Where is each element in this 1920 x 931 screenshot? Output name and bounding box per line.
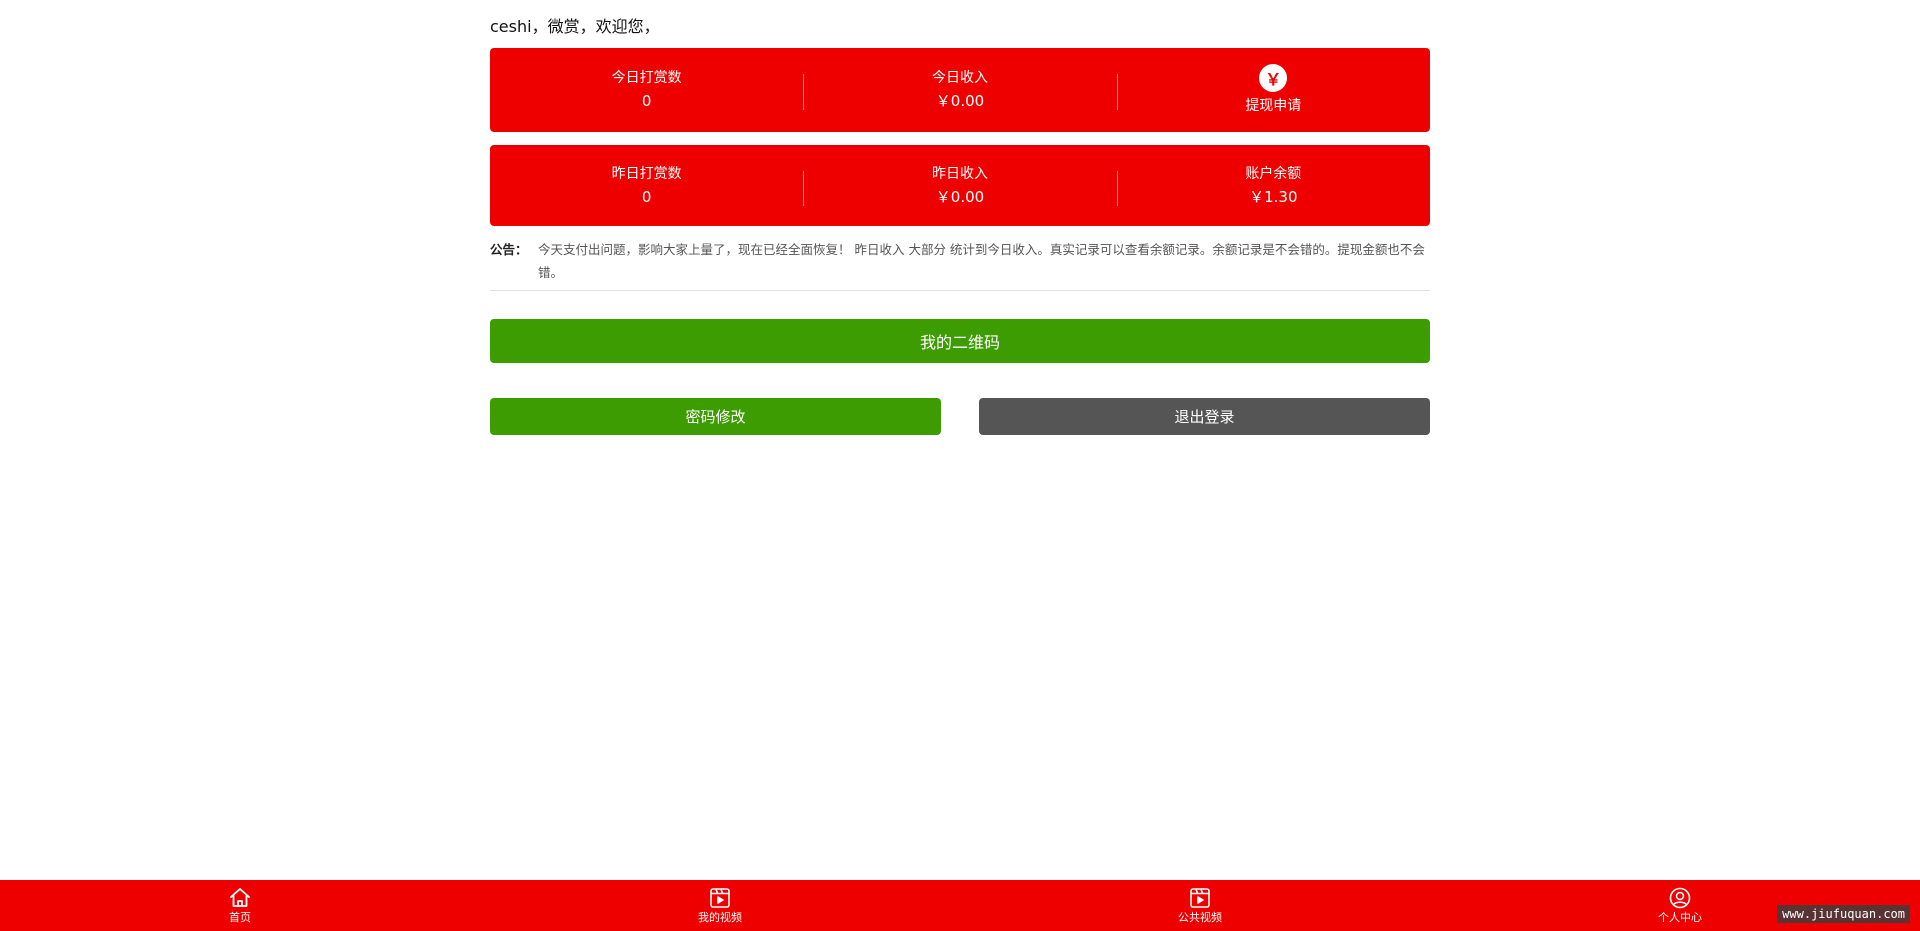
account-balance-label: 账户余额 — [1245, 165, 1302, 182]
nav-label-profile: 个人中心 — [1658, 911, 1702, 924]
home-icon — [230, 888, 250, 907]
my-qrcode-button[interactable]: 我的二维码 — [490, 319, 1430, 363]
nav-item-my-videos[interactable]: 我的视频 — [480, 880, 960, 931]
today-income-stat: 今日收入 ￥0.00 — [803, 48, 1116, 132]
change-password-button[interactable]: 密码修改 — [490, 398, 941, 435]
today-reward-count-label: 今日打赏数 — [611, 70, 682, 86]
watermark: www.jiufuquan.com — [1777, 905, 1910, 923]
today-income-value: ￥0.00 — [935, 92, 985, 110]
notice: 公告： 今天支付出问题，影响大家上量了，现在已经全面恢复！ 昨日收入 大部分 统… — [490, 238, 1430, 291]
yesterday-reward-count-value: 0 — [641, 187, 652, 206]
video-icon — [1190, 888, 1210, 908]
notice-text: 今天支付出问题，影响大家上量了，现在已经全面恢复！ 昨日收入 大部分 统计到今日… — [538, 242, 1425, 280]
user-icon — [1669, 887, 1691, 909]
welcome-text: ceshi，微赏，欢迎您， — [490, 17, 660, 36]
bottom-nav: 首页 我的视频 公共视频 个人中心 — [0, 880, 1920, 931]
account-balance-stat: 账户余额 ￥1.30 — [1116, 145, 1430, 226]
today-reward-count-stat: 今日打赏数 0 — [490, 48, 803, 132]
video-icon — [710, 888, 730, 908]
withdraw-label: 提现申请 — [1245, 98, 1302, 114]
today-stats-card: 今日打赏数 0 今日收入 ￥0.00 ￥ 提现申请 — [490, 48, 1430, 132]
yesterday-income-stat: 昨日收入 ￥0.00 — [803, 145, 1116, 226]
nav-item-home[interactable]: 首页 — [0, 880, 480, 931]
yesterday-income-value: ￥0.00 — [935, 187, 985, 206]
nav-label-home: 首页 — [229, 911, 251, 924]
nav-label-my-videos: 我的视频 — [698, 911, 742, 924]
today-income-label: 今日收入 — [931, 70, 988, 86]
logout-button[interactable]: 退出登录 — [979, 398, 1430, 435]
today-reward-count-value: 0 — [641, 92, 652, 110]
yesterday-stats-card: 昨日打赏数 0 昨日收入 ￥0.00 账户余额 ￥1.30 — [490, 145, 1430, 226]
yesterday-reward-count-stat: 昨日打赏数 0 — [490, 145, 803, 226]
withdraw-button[interactable]: ￥ 提现申请 — [1116, 48, 1430, 132]
nav-label-public-videos: 公共视频 — [1178, 911, 1222, 924]
yuan-icon: ￥ — [1259, 64, 1288, 92]
yesterday-income-label: 昨日收入 — [931, 165, 988, 182]
page: ceshi，微赏，欢迎您， 今日打赏数 0 今日收入 ￥0.00 ￥ 提现申请 … — [0, 0, 1920, 931]
nav-item-public-videos[interactable]: 公共视频 — [960, 880, 1440, 931]
yesterday-reward-count-label: 昨日打赏数 — [611, 165, 682, 182]
notice-label: 公告： — [490, 242, 528, 257]
account-balance-value: ￥1.30 — [1249, 187, 1298, 206]
